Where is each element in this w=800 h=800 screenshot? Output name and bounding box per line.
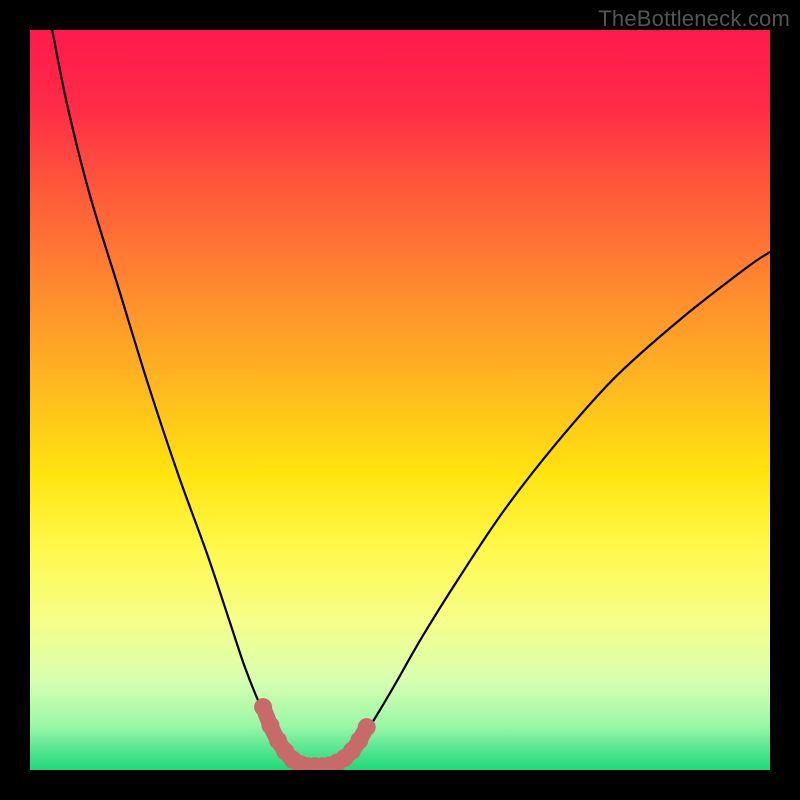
gradient-background bbox=[30, 30, 770, 770]
chart-canvas bbox=[30, 30, 770, 770]
plot-area bbox=[30, 30, 770, 770]
chart-frame: TheBottleneck.com bbox=[0, 0, 800, 800]
valley-marker-dot bbox=[254, 698, 272, 716]
watermark-text: TheBottleneck.com bbox=[598, 6, 790, 32]
valley-marker-dot bbox=[358, 718, 376, 736]
